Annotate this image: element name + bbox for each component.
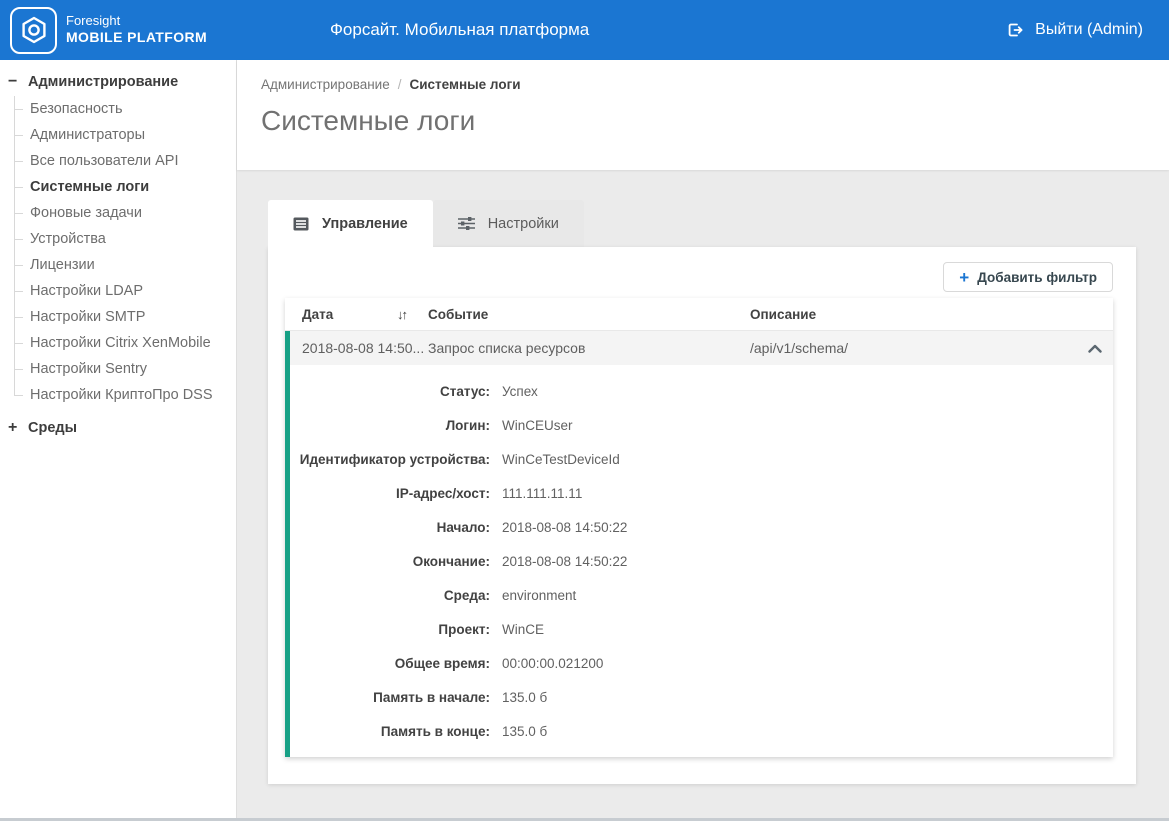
add-filter-button[interactable]: + Добавить фильтр [943, 262, 1113, 292]
detail-label: Память в начале: [290, 690, 490, 705]
logout-button[interactable]: Выйти (Admin) [1006, 21, 1143, 39]
detail-value: 2018-08-08 14:50:22 [502, 554, 1113, 569]
detail-label: IP-адрес/хост: [290, 486, 490, 501]
sidebar-item-system-logs[interactable]: Системные логи [14, 174, 236, 200]
list-icon [293, 217, 309, 231]
sidebar-children: Безопасность Администраторы Все пользова… [14, 96, 236, 408]
add-filter-label: Добавить фильтр [977, 270, 1097, 285]
sliders-icon [458, 216, 475, 231]
page-title: Системные логи [261, 105, 1169, 137]
cell-event: Запрос списка ресурсов [428, 340, 750, 356]
detail-row-memory-start: Память в начале: 135.0 б [290, 680, 1113, 714]
cell-description: /api/v1/schema/ [750, 340, 1077, 356]
sidebar-item-background-tasks[interactable]: Фоновые задачи [14, 200, 236, 226]
detail-row-start: Начало: 2018-08-08 14:50:22 [290, 510, 1113, 544]
sidebar-item-cryptopro-settings[interactable]: Настройки КриптоПро DSS [14, 382, 236, 408]
sidebar-item-security[interactable]: Безопасность [14, 96, 236, 122]
detail-label: Статус: [290, 384, 490, 399]
sort-icon[interactable]: ↓↑ [397, 307, 428, 322]
detail-value: 2018-08-08 14:50:22 [502, 520, 1113, 535]
sidebar-item-label: Администрирование [28, 74, 178, 90]
detail-row-environment: Среда: environment [290, 578, 1113, 612]
tabs: Управление Настройки [268, 200, 1169, 247]
tab-label: Настройки [488, 216, 559, 232]
logout-label: Выйти (Admin) [1035, 21, 1143, 39]
sidebar-item-api-users[interactable]: Все пользователи API [14, 148, 236, 174]
logs-table: Дата ↓↑ Событие Описание 2018-08-08 14:5… [285, 298, 1113, 757]
table-toolbar: + Добавить фильтр [285, 262, 1113, 292]
detail-label: Среда: [290, 588, 490, 603]
page-header: Администрирование / Системные логи Систе… [237, 60, 1169, 170]
sidebar-item-administration[interactable]: − Администрирование [0, 68, 236, 96]
detail-row-project: Проект: WinCE [290, 612, 1113, 646]
detail-row-total-time: Общее время: 00:00:00.021200 [290, 646, 1113, 680]
log-details: Статус: Успех Логин: WinCEUser Идентифик… [290, 365, 1113, 757]
detail-value: 135.0 б [502, 690, 1113, 705]
detail-value: Успех [502, 384, 1113, 399]
detail-label: Проект: [290, 622, 490, 637]
sidebar-item-label: Среды [28, 420, 77, 436]
detail-label: Идентификатор устройства: [290, 452, 490, 467]
detail-row-end: Окончание: 2018-08-08 14:50:22 [290, 544, 1113, 578]
sidebar-item-environments[interactable]: + Среды [0, 414, 236, 442]
detail-value: 00:00:00.021200 [502, 656, 1113, 671]
detail-label: Логин: [290, 418, 490, 433]
expand-icon[interactable]: + [8, 419, 28, 437]
detail-label: Начало: [290, 520, 490, 535]
expanded-log-entry: 2018-08-08 14:50... Запрос списка ресурс… [285, 331, 1113, 757]
detail-row-device-id: Идентификатор устройства: WinCeTestDevic… [290, 442, 1113, 476]
chevron-up-icon [1088, 344, 1102, 353]
page-body: Управление Настройки [237, 170, 1169, 784]
tab-settings[interactable]: Настройки [433, 200, 584, 247]
detail-value: WinCEUser [502, 418, 1113, 433]
sidebar-item-smtp-settings[interactable]: Настройки SMTP [14, 304, 236, 330]
table-header-row: Дата ↓↑ Событие Описание [285, 298, 1113, 331]
table-row[interactable]: 2018-08-08 14:50... Запрос списка ресурс… [290, 331, 1113, 365]
detail-value: 111.111.11.11 [502, 486, 1113, 501]
brand-product: MOBILE PLATFORM [66, 29, 207, 47]
detail-label: Окончание: [290, 554, 490, 569]
collapse-row-button[interactable] [1077, 344, 1113, 353]
detail-value: 135.0 б [502, 724, 1113, 739]
cell-date: 2018-08-08 14:50... [302, 340, 428, 356]
tab-panel: + Добавить фильтр Дата ↓↑ Событие Описан… [268, 247, 1136, 784]
breadcrumb-parent[interactable]: Администрирование [261, 77, 390, 92]
sidebar-item-sentry-settings[interactable]: Настройки Sentry [14, 356, 236, 382]
breadcrumb-separator: / [398, 77, 402, 92]
sidebar-item-licenses[interactable]: Лицензии [14, 252, 236, 278]
column-header-event: Событие [428, 307, 750, 322]
brand-text: Foresight MOBILE PLATFORM [66, 13, 207, 47]
detail-row-status: Статус: Успех [290, 374, 1113, 408]
logout-icon [1006, 21, 1024, 39]
app-title: Форсайт. Мобильная платформа [330, 20, 589, 40]
sidebar: − Администрирование Безопасность Админис… [0, 60, 237, 818]
sidebar-item-administrators[interactable]: Администраторы [14, 122, 236, 148]
detail-value: WinCeTestDeviceId [502, 452, 1113, 467]
brand-name: Foresight [66, 13, 207, 29]
detail-row-memory-end: Память в конце: 135.0 б [290, 714, 1113, 748]
detail-value: WinCE [502, 622, 1113, 637]
detail-value: environment [502, 588, 1113, 603]
tab-management[interactable]: Управление [268, 200, 433, 247]
detail-label: Память в конце: [290, 724, 490, 739]
app-logo [10, 7, 57, 54]
sidebar-item-devices[interactable]: Устройства [14, 226, 236, 252]
plus-icon: + [959, 269, 969, 286]
main-content: Администрирование / Системные логи Систе… [237, 60, 1169, 818]
detail-row-ip: IP-адрес/хост: 111.111.11.11 [290, 476, 1113, 510]
column-header-date[interactable]: Дата [302, 307, 397, 322]
tab-label: Управление [322, 216, 408, 232]
app-header: Foresight MOBILE PLATFORM Форсайт. Мобил… [0, 0, 1169, 60]
detail-label: Общее время: [290, 656, 490, 671]
sidebar-item-ldap-settings[interactable]: Настройки LDAP [14, 278, 236, 304]
breadcrumb: Администрирование / Системные логи [261, 77, 1169, 92]
breadcrumb-current: Системные логи [410, 77, 521, 92]
foresight-logo-icon [19, 15, 49, 45]
sidebar-item-citrix-settings[interactable]: Настройки Citrix XenMobile [14, 330, 236, 356]
column-header-description: Описание [750, 307, 1077, 322]
detail-row-login: Логин: WinCEUser [290, 408, 1113, 442]
collapse-icon[interactable]: − [8, 73, 28, 91]
